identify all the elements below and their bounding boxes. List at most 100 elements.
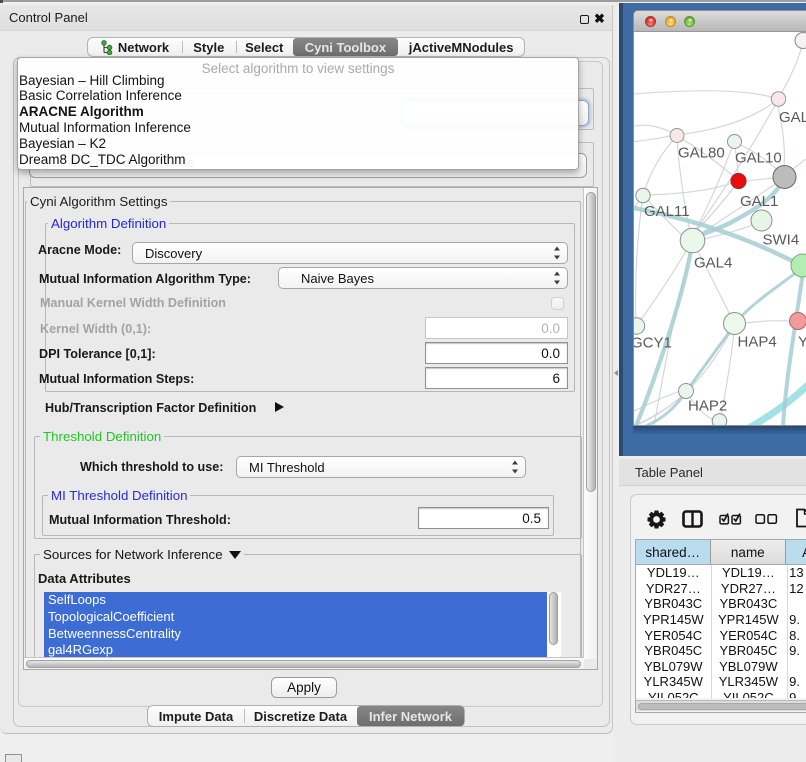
expander-right-icon[interactable]: [275, 402, 284, 412]
network-node-node-bottom[interactable]: [712, 414, 727, 426]
data-attribute-item[interactable]: SelfLoops: [44, 592, 547, 609]
network-node-GAL10[interactable]: [773, 166, 796, 189]
column-header[interactable]: A: [786, 540, 806, 564]
close-traffic-light[interactable]: [645, 16, 656, 27]
network-canvas[interactable]: GAL2GAL80GAL10GAL1GAL11SWI4GAL4GCY1HAP4Y…: [634, 32, 806, 426]
table-panel-titlebar[interactable]: Table Panel: [619, 459, 806, 486]
control-panel-titlebar[interactable]: Control Panel ✖: [0, 5, 612, 31]
aracne-mode-combobox[interactable]: Discovery: [132, 242, 568, 264]
network-node-node-mid-green[interactable]: [728, 135, 742, 149]
table-row[interactable]: YBL079WYBL079W: [636, 659, 806, 675]
network-edge-highlighted[interactable]: [740, 378, 806, 426]
data-attributes-list[interactable]: SelfLoopsTopologicalCoefficientBetweenne…: [44, 592, 561, 658]
gear-icon[interactable]: [647, 510, 666, 529]
tab-infer-network[interactable]: Infer Network: [357, 706, 464, 726]
network-edge[interactable]: [778, 42, 803, 99]
cyni-algorithm-settings-title: Cyni Algorithm Settings: [27, 195, 170, 208]
splitter-collapse-icon[interactable]: [614, 370, 618, 376]
algorithm-item[interactable]: Basic Correlation Inference: [18, 88, 191, 104]
table-horizontal-scrollbar[interactable]: [636, 700, 806, 711]
select-all-icon[interactable]: [719, 512, 743, 525]
application-root: Control Panel ✖ Network Style Select: [0, 0, 806, 762]
split-column-icon[interactable]: [682, 510, 703, 528]
network-node-node-salmon[interactable]: [790, 313, 806, 330]
network-edge[interactable]: [634, 136, 670, 142]
vertical-scrollbar-thumb[interactable]: [586, 192, 596, 492]
tab-discretize-data-label: Discretize Data: [254, 709, 347, 724]
table-row[interactable]: YBR043CYBR043C: [636, 596, 806, 612]
table-cell: YPR145W: [636, 612, 711, 628]
table-cell: 13: [786, 565, 806, 581]
network-node-GAL4[interactable]: [680, 228, 705, 253]
table-row[interactable]: YLR345WYLR345W9.: [636, 674, 806, 690]
network-edge[interactable]: [677, 99, 778, 135]
algorithm-item[interactable]: Dream8 DC_TDC Algorithm: [18, 152, 191, 168]
zoom-traffic-light[interactable]: [684, 16, 695, 27]
column-header[interactable]: shared…: [636, 540, 711, 564]
manual-kernel-checkbox[interactable]: [551, 297, 564, 310]
algorithm-item[interactable]: Mutual Information Inference: [18, 120, 191, 136]
network-edge[interactable]: [792, 154, 806, 170]
tab-infer-network-label: Infer Network: [369, 709, 452, 724]
network-edge[interactable]: [634, 91, 778, 99]
network-node-GAL11[interactable]: [636, 188, 650, 202]
algorithm-item[interactable]: Bayesian – K2: [18, 136, 191, 152]
vertical-scrollbar[interactable]: [583, 188, 597, 659]
tab-impute-data[interactable]: Impute Data: [148, 706, 244, 726]
data-attribute-item[interactable]: TopologicalCoefficient: [44, 609, 547, 626]
aracne-mode-label: Aracne Mode:: [38, 243, 121, 257]
network-node-HAP2[interactable]: [679, 384, 694, 399]
table-row[interactable]: YIL052CYIL052C9.: [636, 690, 806, 698]
data-attribute-item[interactable]: BetweennessCentrality: [44, 626, 547, 643]
table-row[interactable]: YER054CYER054C8.: [636, 627, 806, 643]
table-row[interactable]: YPR145WYPR145W9.: [636, 612, 806, 628]
mi-threshold-field[interactable]: 0.5: [418, 507, 549, 529]
data-attribute-item[interactable]: gal4RGexp: [44, 642, 547, 658]
table-cell: [786, 659, 806, 675]
network-node-GAL2[interactable]: [771, 92, 785, 106]
table-horizontal-scrollbar-thumb[interactable]: [638, 703, 806, 711]
network-node-GAL80[interactable]: [670, 129, 684, 143]
close-icon[interactable]: ✖: [594, 11, 605, 27]
network-node-GAL1[interactable]: [731, 173, 746, 188]
mi-threshold-value: 0.5: [522, 511, 541, 526]
network-edge[interactable]: [643, 136, 677, 195]
network-window-titlebar[interactable]: [634, 11, 806, 32]
file-icon[interactable]: [795, 508, 806, 528]
network-node-GCY1[interactable]: [634, 318, 645, 334]
table-cell: YBL079W: [636, 659, 711, 675]
table-row[interactable]: YBR045CYBR045C9.: [636, 643, 806, 659]
network-node-SWI4[interactable]: [751, 210, 772, 231]
minimize-traffic-light[interactable]: [665, 16, 676, 27]
which-threshold-combobox[interactable]: MI Threshold: [236, 456, 526, 478]
kernel-width-field[interactable]: 0.0: [425, 317, 568, 339]
table-row[interactable]: YDL19…YDL19…13: [636, 565, 806, 581]
apply-button[interactable]: Apply: [271, 677, 337, 698]
tab-network[interactable]: Network: [88, 38, 182, 56]
network-edge[interactable]: [636, 196, 643, 326]
which-threshold-value: MI Threshold: [249, 460, 325, 475]
dpi-tolerance-field[interactable]: 0.0: [425, 342, 568, 364]
list-scrollbar-thumb[interactable]: [549, 592, 559, 645]
tab-style[interactable]: Style: [182, 38, 236, 56]
mi-algorithm-type-combobox[interactable]: Naive Bayes: [278, 267, 568, 289]
network-edge[interactable]: [643, 181, 738, 195]
tab-cyni-toolbox[interactable]: Cyni Toolbox: [293, 38, 398, 56]
table-row[interactable]: YDR27…YDR27…12: [636, 581, 806, 597]
sources-title-text: Sources for Network Inference: [43, 548, 223, 561]
mi-steps-field[interactable]: 6: [425, 367, 568, 389]
tab-discretize-data[interactable]: Discretize Data: [244, 706, 357, 726]
network-edge[interactable]: [745, 321, 790, 323]
collapse-caret-icon[interactable]: [229, 551, 241, 559]
unselect-all-icon[interactable]: [755, 514, 778, 524]
horizontal-scrollbar-thumb[interactable]: [26, 660, 581, 669]
tab-jactivemnodules[interactable]: jActiveMNodules: [398, 38, 525, 56]
algorithm-item[interactable]: ARACNE Algorithm: [18, 104, 191, 120]
float-window-icon[interactable]: [580, 15, 589, 24]
tab-select[interactable]: Select: [236, 38, 293, 56]
network-node-HAP4[interactable]: [724, 313, 746, 335]
network-node-node-top-right[interactable]: [795, 33, 806, 49]
column-header[interactable]: name: [711, 540, 787, 564]
algorithm-item[interactable]: Bayesian – Hill Climbing: [18, 73, 191, 89]
horizontal-scrollbar[interactable]: [24, 657, 584, 669]
